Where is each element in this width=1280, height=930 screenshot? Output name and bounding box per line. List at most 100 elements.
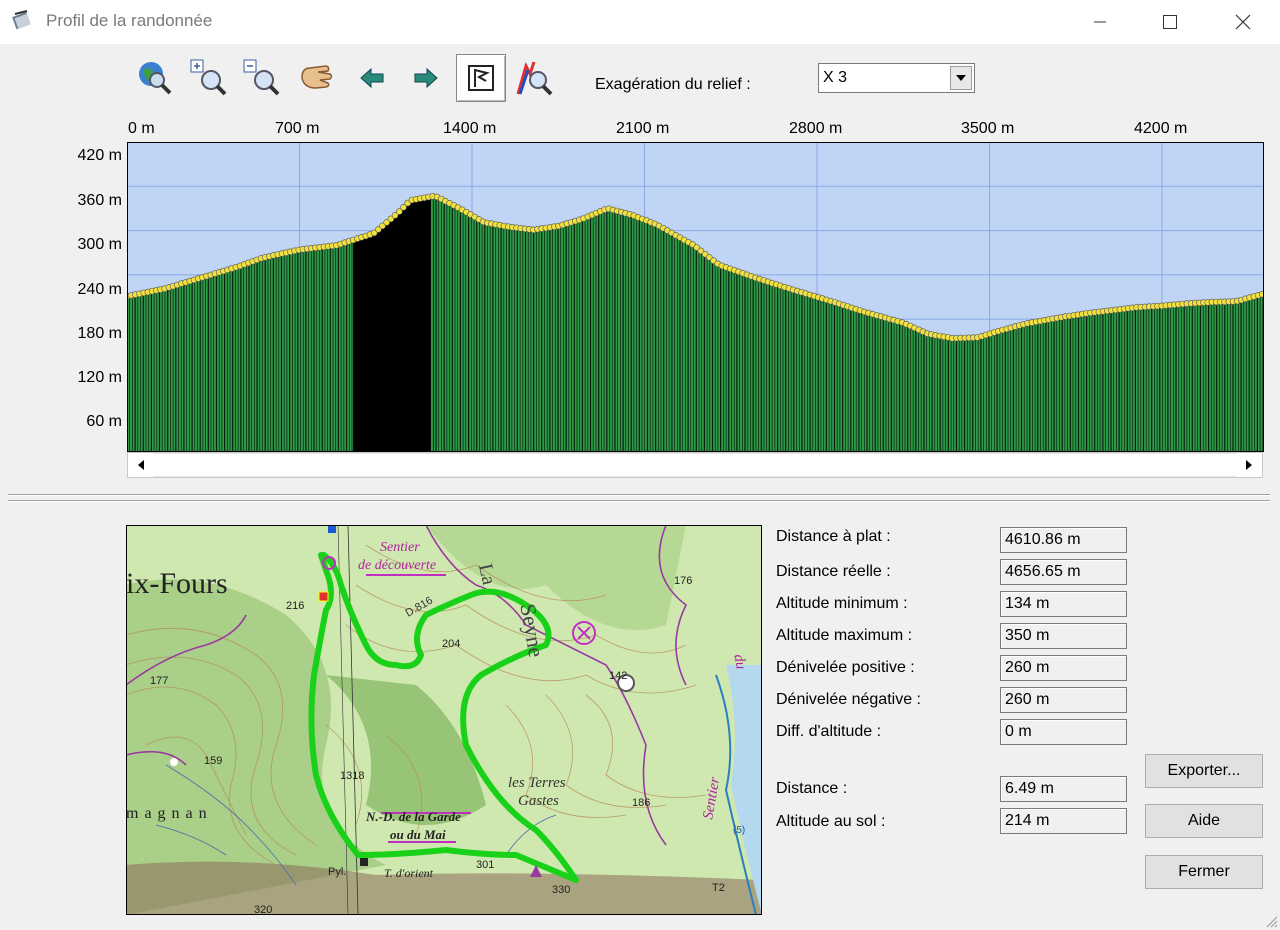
map-label: (5) [733, 825, 745, 836]
map-label-town: ix-Fours [126, 567, 228, 600]
ground-altitude-label: Altitude au sol : [776, 813, 886, 830]
min-altitude-label: Altitude minimum : [776, 595, 908, 612]
map-label: 142 [609, 670, 627, 682]
x-tick-label: 0 m [128, 120, 155, 137]
flat-distance-value: 4610.86 m [1000, 527, 1127, 553]
close-button[interactable]: Fermer [1145, 855, 1263, 889]
x-tick-label: 3500 m [961, 120, 1015, 137]
caret-right-icon [1246, 460, 1252, 470]
y-tick-label: 300 m [77, 236, 122, 253]
profile-zoom-button[interactable] [512, 56, 556, 100]
minimize-icon [1094, 21, 1106, 23]
cursor-position-icon [318, 591, 329, 602]
altitude-diff-value: 0 m [1000, 719, 1127, 745]
map-label: 159 [204, 755, 222, 767]
maximize-icon [1163, 15, 1177, 29]
elevation-profile-chart[interactable] [127, 142, 1264, 452]
next-button[interactable] [404, 56, 448, 100]
real-distance-value: 4656.65 m [1000, 559, 1127, 585]
dropdown-button[interactable] [950, 66, 972, 90]
y-tick-label: 180 m [77, 325, 122, 342]
map-label: magnan [126, 805, 213, 822]
max-altitude-label: Altitude maximum : [776, 627, 913, 644]
splitter[interactable] [8, 494, 1270, 496]
max-altitude-value: 350 m [1000, 623, 1127, 649]
minimize-button[interactable] [1070, 0, 1130, 44]
flag-cursor-button[interactable] [456, 54, 506, 102]
profile-zoom-icon [516, 61, 553, 96]
scroll-right-button[interactable] [1236, 453, 1262, 477]
map-label: 186 [632, 797, 650, 809]
arrow-left-icon [360, 67, 384, 89]
y-tick-label: 240 m [77, 281, 122, 298]
map-label: 216 [286, 600, 304, 612]
app-icon [12, 10, 31, 30]
map-label: 177 [150, 675, 168, 687]
map-label: de découverte [358, 558, 436, 573]
zoom-in-icon [190, 59, 227, 96]
y-tick-label: 420 m [77, 147, 122, 164]
chevron-down-icon [956, 75, 966, 81]
zoom-out-icon [243, 59, 280, 96]
caret-left-icon [138, 460, 144, 470]
hand-pan-icon [301, 65, 333, 89]
close-window-button[interactable] [1213, 0, 1273, 44]
map-label: T. d'orient [384, 866, 434, 880]
y-tick-label: 360 m [77, 192, 122, 209]
map-label: ou du Mai [390, 827, 446, 842]
globe-zoom-icon [139, 62, 172, 95]
zoom-out-button[interactable] [240, 56, 284, 100]
relief-exaggeration-select[interactable]: X 3 [818, 63, 975, 93]
arrow-right-icon [414, 67, 438, 89]
x-tick-label: 2800 m [789, 120, 843, 137]
flat-distance-label: Distance à plat : [776, 528, 891, 545]
map-label: 176 [674, 575, 692, 587]
relief-exaggeration-value: X 3 [823, 69, 848, 86]
map-label: N.-D. de la Garde [365, 809, 461, 824]
negative-elevation-label: Dénivelée négative : [776, 691, 921, 708]
negative-elevation-value: 260 m [1000, 687, 1127, 713]
map-label: 330 [552, 884, 570, 896]
altitude-diff-label: Diff. d'altitude : [776, 723, 882, 740]
flag-cursor-icon [468, 65, 494, 91]
x-tick-label: 1400 m [443, 120, 497, 137]
real-distance-label: Distance réelle : [776, 563, 891, 580]
spot-icon [170, 758, 178, 766]
positive-elevation-label: Dénivelée positive : [776, 659, 915, 676]
scroll-thumb[interactable] [154, 454, 1236, 476]
min-altitude-value: 134 m [1000, 591, 1127, 617]
map-label: 204 [442, 638, 460, 650]
topographic-map[interactable]: ix-Fours Sentier de découverte La Seyne … [126, 525, 762, 915]
pan-hand-button[interactable] [294, 56, 338, 100]
export-button[interactable]: Exporter... [1145, 754, 1263, 788]
window-title: Profil de la randonnée [46, 11, 213, 30]
close-icon [1235, 14, 1251, 30]
map-label: 301 [476, 859, 494, 871]
pylon-icon [360, 858, 368, 866]
map-label: du [730, 653, 748, 671]
ground-altitude-value: 214 m [1000, 808, 1127, 834]
y-tick-label: 120 m [77, 369, 122, 386]
maximize-button[interactable] [1140, 0, 1200, 44]
map-label: T2 [712, 882, 725, 894]
x-tick-label: 4200 m [1134, 120, 1188, 137]
resize-grip-icon[interactable] [1262, 912, 1278, 928]
x-tick-label: 700 m [275, 120, 320, 137]
zoom-in-button[interactable] [187, 56, 231, 100]
map-label: les Terres [508, 775, 566, 791]
relief-exaggeration-label: Exagération du relief : [595, 76, 751, 93]
help-button[interactable]: Aide [1145, 804, 1263, 838]
previous-button[interactable] [350, 56, 394, 100]
x-tick-label: 2100 m [616, 120, 670, 137]
cursor-distance-label: Distance : [776, 780, 848, 797]
profile-scrollbar[interactable] [127, 452, 1263, 478]
splitter-line [8, 500, 1270, 502]
map-label: 1318 [340, 770, 364, 782]
scroll-left-button[interactable] [128, 453, 154, 477]
globe-zoom-button[interactable] [133, 56, 177, 100]
title-bar: Profil de la randonnée [0, 0, 1280, 44]
cursor-distance-value: 6.49 m [1000, 776, 1127, 802]
map-marker-icon [328, 525, 336, 533]
y-tick-label: 60 m [86, 413, 122, 430]
map-label: Gastes [518, 793, 559, 809]
